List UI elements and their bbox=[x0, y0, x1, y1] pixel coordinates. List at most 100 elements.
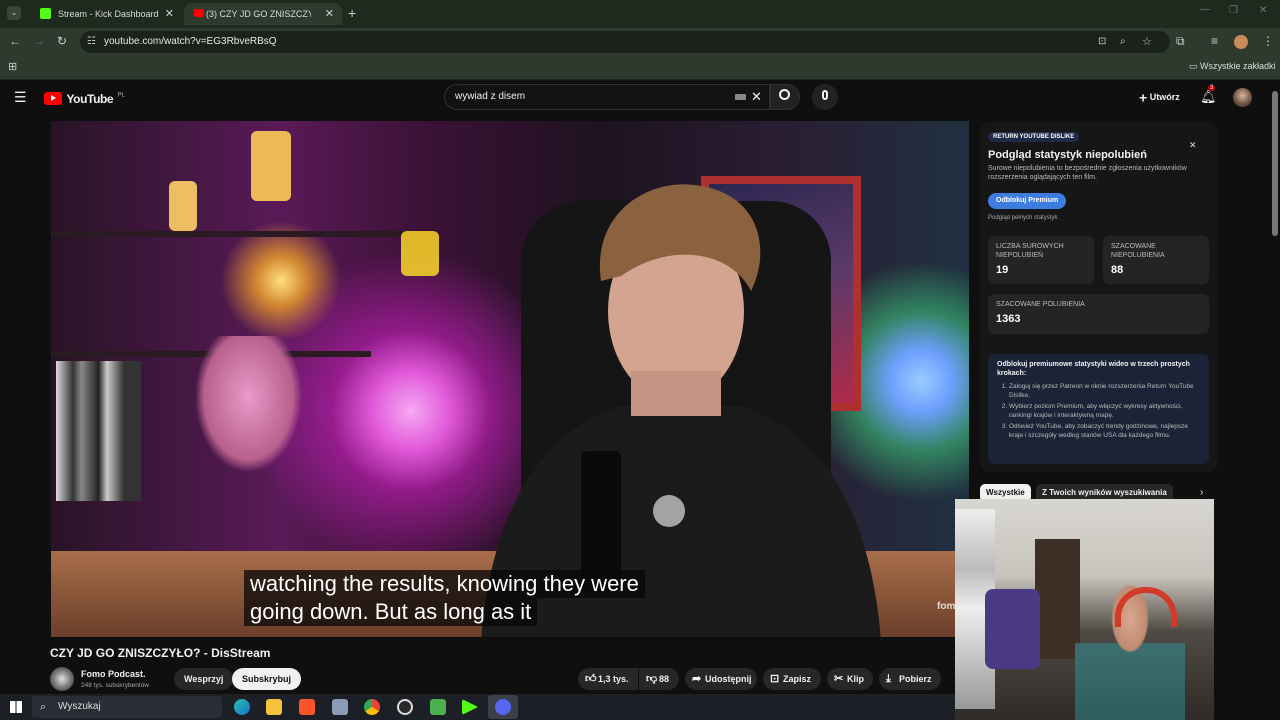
save-button[interactable]: ⊡ Zapisz bbox=[763, 668, 821, 690]
channel-avatar[interactable] bbox=[50, 667, 74, 691]
account-avatar[interactable] bbox=[1233, 88, 1252, 107]
promo-step: Wybierz poziom Premium, aby włączyć wykr… bbox=[1009, 403, 1200, 420]
chevron-right-icon[interactable]: › bbox=[1200, 487, 1203, 498]
share-button[interactable]: ➦ Udostępnij bbox=[685, 668, 757, 690]
back-icon[interactable]: ← bbox=[9, 34, 21, 48]
clear-search-icon[interactable]: ✕ bbox=[751, 85, 762, 109]
tab-youtube-label: (3) CZY JD GO ZNISZCZYŁO? - bbox=[206, 9, 311, 19]
app-icon[interactable] bbox=[430, 699, 446, 715]
youtube-region-code: PL bbox=[117, 92, 125, 99]
host-figure bbox=[481, 184, 881, 637]
voice-search-button[interactable] bbox=[812, 84, 838, 110]
windows-taskbar: ⌕ Wyszukaj bbox=[0, 694, 955, 720]
youtube-logo[interactable]: YouTube PL bbox=[44, 90, 125, 106]
extensions-icon[interactable]: ⧉ bbox=[1176, 34, 1185, 49]
microphone-icon bbox=[822, 90, 828, 100]
stat-label: LICZBA SUROWYCH NIEPOLUBIEŃ bbox=[996, 243, 1064, 259]
youtube-favicon-icon bbox=[194, 9, 204, 17]
clip-button[interactable]: ✂ Klip bbox=[827, 668, 873, 690]
store-icon[interactable] bbox=[332, 699, 348, 715]
tab-youtube[interactable]: (3) CZY JD GO ZNISZCZYŁO? - ✕ bbox=[184, 3, 342, 25]
unlock-sub-text: Podgląd pełnych statystyk bbox=[988, 215, 1058, 221]
candle-light bbox=[251, 131, 291, 201]
reading-list-icon[interactable]: ≡ bbox=[1211, 34, 1218, 48]
download-label: Pobierz bbox=[899, 674, 932, 684]
chrome-icon[interactable] bbox=[364, 699, 380, 715]
statue bbox=[196, 336, 301, 471]
dislike-button[interactable]: 👎︎ 88 bbox=[639, 668, 679, 690]
ryd-description: Surowe niepolubienia to bezpośrednie zgł… bbox=[988, 165, 1187, 181]
menu-kebab-icon[interactable]: ⋮ bbox=[1262, 34, 1274, 48]
like-button[interactable]: 👍︎ 1,3 tys. bbox=[578, 668, 638, 690]
hamburger-menu-icon[interactable]: ☰ bbox=[14, 89, 27, 106]
channel-name[interactable]: Fomo Podcast. bbox=[81, 669, 146, 679]
install-app-icon[interactable]: ⊡ bbox=[1098, 31, 1106, 53]
ryd-title: Podgląd statystyk niepolubień bbox=[988, 149, 1147, 161]
folder-icon: ▭ bbox=[1189, 61, 1198, 71]
close-panel-icon[interactable]: ✕ bbox=[1189, 140, 1197, 151]
video-player[interactable]: fomo bbox=[51, 121, 969, 637]
taskbar-search-label: Wyszukaj bbox=[58, 701, 101, 712]
plus-icon: + bbox=[1139, 89, 1148, 106]
kick-favicon-icon bbox=[40, 8, 51, 19]
like-count: 1,3 tys. bbox=[598, 674, 629, 684]
thumbs-up-icon: 👍︎ bbox=[585, 673, 597, 685]
promo-step: Odśwież YouTube, aby zobaczyć trendy god… bbox=[1009, 423, 1200, 440]
save-label: Zapisz bbox=[783, 674, 812, 684]
reload-icon[interactable]: ↻ bbox=[57, 34, 67, 48]
download-button[interactable]: ⤓ Pobierz bbox=[879, 668, 941, 690]
brave-icon[interactable] bbox=[299, 699, 315, 715]
address-bar-row: ← → ↻ ☷ youtube.com/watch?v=EG3RbveRBsQ … bbox=[0, 28, 1280, 56]
edge-icon[interactable] bbox=[234, 699, 250, 715]
close-tab-icon[interactable]: ✕ bbox=[165, 7, 174, 20]
support-button[interactable]: Wesprzyj bbox=[174, 668, 234, 690]
share-icon: ➦ bbox=[692, 673, 702, 685]
ryd-badge: RETURN YOUTUBE DISLIKE bbox=[988, 132, 1080, 142]
close-window-icon[interactable]: ✕ bbox=[1259, 5, 1267, 16]
profile-avatar[interactable] bbox=[1234, 35, 1248, 49]
new-tab-icon[interactable]: + bbox=[348, 5, 356, 21]
subscribe-button[interactable]: Subskrybuj bbox=[232, 668, 302, 690]
apps-grid-icon[interactable]: ⊞ bbox=[8, 60, 17, 73]
bell-icon: 🔔︎ bbox=[1200, 89, 1217, 104]
obs-icon[interactable] bbox=[397, 699, 413, 715]
unlock-premium-button[interactable]: Odblokuj Premium bbox=[988, 193, 1067, 209]
video-captions: watching the results, knowing they were … bbox=[244, 570, 645, 626]
tab-kick[interactable]: Stream - Kick Dashboard ✕ bbox=[26, 3, 182, 25]
ryd-panel: RETURN YOUTUBE DISLIKE ✕ Podgląd statyst… bbox=[980, 122, 1218, 472]
forward-icon[interactable]: → bbox=[33, 34, 45, 48]
kick-icon[interactable] bbox=[462, 699, 478, 715]
youtube-logo-text: YouTube bbox=[66, 91, 114, 106]
bookmark-icon: ⊡ bbox=[770, 673, 780, 685]
page-scrollbar[interactable] bbox=[1270, 81, 1280, 694]
discord-active-tile[interactable] bbox=[488, 695, 518, 719]
youtube-header: ☰ YouTube PL wywiad z disem ✕ + Utwórz 🔔… bbox=[0, 81, 1270, 113]
download-icon: ⤓ bbox=[886, 673, 891, 685]
restore-window-icon[interactable]: ❐ bbox=[1229, 5, 1238, 16]
site-info-icon[interactable]: ☷ bbox=[87, 31, 96, 53]
url-input[interactable]: ☷ youtube.com/watch?v=EG3RbveRBsQ ⊡ ⌕ ☆ bbox=[80, 31, 1170, 53]
create-button[interactable]: + Utwórz bbox=[1131, 86, 1188, 108]
search-button[interactable] bbox=[770, 84, 800, 110]
browser-tab-bar: ⌄ Stream - Kick Dashboard ✕ (3) CZY JD G… bbox=[0, 0, 1280, 28]
minimize-window-icon[interactable]: — bbox=[1200, 4, 1210, 15]
windows-start-icon[interactable] bbox=[10, 701, 22, 713]
notifications-button[interactable]: 🔔︎ 3 bbox=[1200, 85, 1218, 106]
keyboard-icon[interactable] bbox=[735, 94, 746, 100]
promo-step: Zaloguj się przez Patreon w oknie rozsze… bbox=[1009, 383, 1200, 400]
zoom-icon[interactable]: ⌕ bbox=[1120, 31, 1126, 53]
search-input[interactable]: wywiad z disem ✕ bbox=[444, 84, 770, 110]
all-bookmarks-label: Wszystkie zakładki bbox=[1200, 61, 1276, 71]
books bbox=[56, 361, 141, 501]
taskbar-search[interactable]: ⌕ Wyszukaj bbox=[32, 696, 222, 718]
bookmark-star-icon[interactable]: ☆ bbox=[1142, 31, 1152, 53]
stat-value: 1363 bbox=[996, 313, 1021, 325]
estimated-likes-stat: SZACOWANE POLUBIENIA 1363 bbox=[988, 294, 1209, 334]
tab-list-icon[interactable]: ⌄ bbox=[7, 6, 21, 20]
all-bookmarks-button[interactable]: ▭ Wszystkie zakładki bbox=[1189, 61, 1276, 72]
thumbs-down-icon: 👎︎ bbox=[646, 673, 658, 685]
scrollbar-thumb[interactable] bbox=[1272, 91, 1278, 236]
file-explorer-icon[interactable] bbox=[266, 699, 282, 715]
raw-dislikes-stat: LICZBA SUROWYCH NIEPOLUBIEŃ 19 bbox=[988, 236, 1094, 284]
close-tab-icon[interactable]: ✕ bbox=[325, 7, 334, 20]
